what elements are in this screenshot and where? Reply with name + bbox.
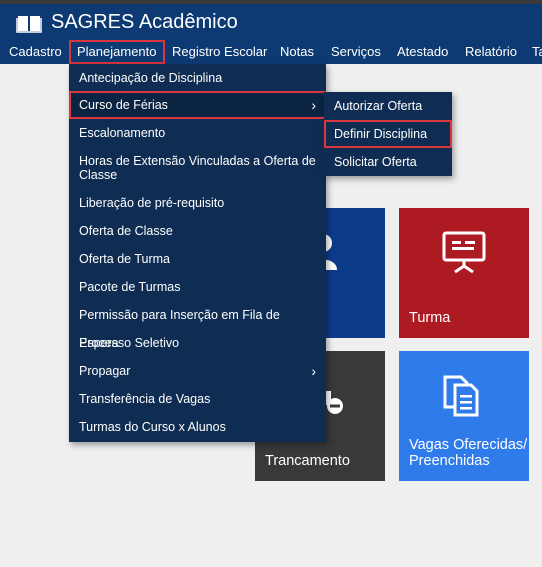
menu-item-liberacao[interactable]: Liberação de pré-requisito bbox=[69, 189, 326, 217]
tile-vagas[interactable]: Vagas Oferecidas/ Preenchidas bbox=[399, 351, 529, 481]
menu-item-curso-de-ferias[interactable]: Curso de Férias › bbox=[69, 91, 326, 119]
chevron-right-icon: › bbox=[311, 363, 316, 379]
menu-item-label: Horas de Extensão Vinculadas a Oferta de… bbox=[79, 154, 316, 182]
submenu-item-label: Autorizar Oferta bbox=[334, 99, 423, 113]
tile-turma[interactable]: Turma bbox=[399, 208, 529, 338]
chevron-right-icon: › bbox=[311, 97, 316, 113]
menu-item-pacote-turmas[interactable]: Pacote de Turmas bbox=[69, 273, 326, 301]
nav-item-notas[interactable]: Notas bbox=[280, 40, 314, 64]
menu-item-escalonamento[interactable]: Escalonamento bbox=[69, 119, 326, 147]
menu-item-transferencia[interactable]: Transferência de Vagas bbox=[69, 385, 326, 413]
nav-item-truncated[interactable]: Ta bbox=[532, 40, 542, 64]
menu-item-label: Oferta de Turma bbox=[79, 252, 171, 266]
menu-item-antecipacao[interactable]: Antecipação de Disciplina bbox=[69, 64, 326, 92]
submenu-item-autorizar-oferta[interactable]: Autorizar Oferta bbox=[324, 92, 452, 120]
submenu-item-label: Definir Disciplina bbox=[334, 127, 428, 141]
documents-icon bbox=[443, 375, 479, 417]
planejamento-dropdown: Antecipação de Disciplina Curso de Féria… bbox=[69, 64, 326, 442]
tile-label: Vagas Oferecidas/ Preenchidas bbox=[409, 437, 528, 469]
menu-item-label: Pacote de Turmas bbox=[79, 280, 181, 294]
nav-item-cadastro[interactable]: Cadastro bbox=[9, 40, 62, 64]
menu-item-label: Transferência de Vagas bbox=[79, 392, 211, 406]
nav-item-registro-escolar[interactable]: Registro Escolar bbox=[172, 40, 267, 64]
menu-item-permissao[interactable]: Permissão para Inserção em Fila de Esper… bbox=[69, 301, 326, 350]
menu-item-label: Antecipação de Disciplina bbox=[79, 71, 223, 85]
submenu-item-label: Solicitar Oferta bbox=[334, 155, 417, 169]
menu-item-turmas-curso[interactable]: Turmas do Curso x Alunos bbox=[69, 413, 326, 441]
menu-item-label: Processo Seletivo bbox=[79, 336, 180, 350]
submenu-item-definir-disciplina[interactable]: Definir Disciplina bbox=[324, 120, 452, 148]
menu-item-propagar[interactable]: Propagar › bbox=[69, 357, 326, 385]
nav-item-servicos[interactable]: Serviços bbox=[331, 40, 381, 64]
nav-item-relatorio[interactable]: Relatório bbox=[465, 40, 517, 64]
menu-item-label: Curso de Férias bbox=[79, 98, 168, 112]
menu-item-label: Oferta de Classe bbox=[79, 224, 173, 238]
nav-item-atestado[interactable]: Atestado bbox=[397, 40, 448, 64]
tile-label: Trancamento bbox=[265, 453, 350, 469]
presentation-icon bbox=[442, 231, 486, 274]
menu-item-label: Propagar bbox=[79, 364, 131, 378]
menu-item-label: Escalonamento bbox=[79, 126, 166, 140]
menu-item-oferta-classe[interactable]: Oferta de Classe bbox=[69, 217, 326, 245]
submenu-item-solicitar-oferta[interactable]: Solicitar Oferta bbox=[324, 148, 452, 176]
app-title: SAGRES Acadêmico bbox=[51, 11, 238, 33]
tile-label: Turma bbox=[409, 310, 451, 326]
book-icon bbox=[16, 16, 42, 33]
menu-item-label: Turmas do Curso x Alunos bbox=[79, 420, 226, 434]
menu-item-processo-seletivo[interactable]: Processo Seletivo bbox=[69, 329, 326, 357]
main-navbar: Cadastro Planejamento Registro Escolar N… bbox=[0, 40, 542, 64]
menu-item-oferta-turma[interactable]: Oferta de Turma bbox=[69, 245, 326, 273]
app-header: SAGRES Acadêmico bbox=[0, 4, 542, 40]
nav-item-planejamento[interactable]: Planejamento bbox=[69, 40, 165, 64]
menu-item-horas-extensao[interactable]: Horas de Extensão Vinculadas a Oferta de… bbox=[69, 154, 326, 182]
menu-item-label: Liberação de pré-requisito bbox=[79, 196, 225, 210]
curso-de-ferias-submenu: Autorizar Oferta Definir Disciplina Soli… bbox=[324, 92, 452, 176]
